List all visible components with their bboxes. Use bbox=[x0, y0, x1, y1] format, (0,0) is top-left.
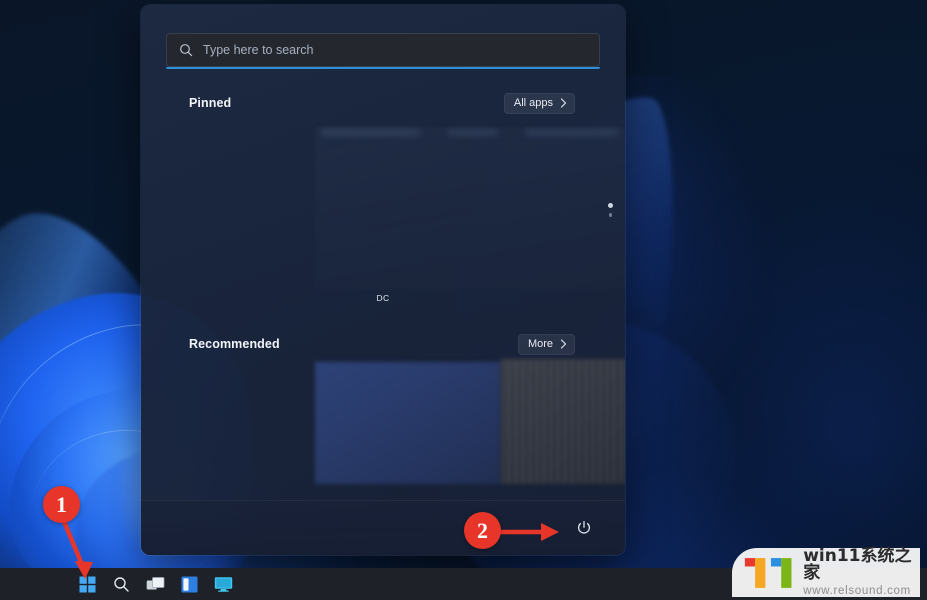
taskbar-widgets-button[interactable] bbox=[172, 568, 206, 600]
recommended-title: Recommended bbox=[189, 337, 280, 351]
taskbar-this-pc-button[interactable] bbox=[206, 568, 240, 600]
start-search-container[interactable] bbox=[166, 33, 600, 69]
watermark-title: win11系统之家 bbox=[803, 545, 912, 583]
power-button[interactable] bbox=[570, 514, 598, 542]
search-icon bbox=[113, 576, 129, 592]
page-dot-active[interactable] bbox=[608, 203, 613, 208]
start-menu-panel: Pinned All apps DC Recommended bbox=[141, 5, 625, 555]
start-menu-body: Pinned All apps DC Recommended bbox=[141, 5, 625, 500]
search-input[interactable] bbox=[203, 43, 599, 57]
annotation-badge-2: 2 bbox=[464, 512, 501, 549]
start-search-box[interactable] bbox=[166, 33, 600, 67]
watermark-url: www.relsound.com bbox=[803, 584, 911, 597]
taskbar-task-view-button[interactable] bbox=[138, 568, 172, 600]
pinned-page-indicator[interactable] bbox=[608, 203, 613, 217]
all-apps-button[interactable]: All apps bbox=[503, 92, 575, 114]
more-label: More bbox=[527, 337, 553, 350]
pinned-apps-blurred-labels bbox=[321, 128, 625, 137]
pinned-app-label-dc: DC bbox=[376, 293, 390, 303]
pinned-title: Pinned bbox=[189, 96, 232, 110]
start-menu-footer bbox=[141, 500, 625, 555]
more-button[interactable]: More bbox=[517, 333, 575, 355]
windows-logo-icon bbox=[79, 576, 95, 592]
all-apps-label: All apps bbox=[513, 96, 553, 109]
pinned-apps-grid[interactable] bbox=[315, 127, 625, 290]
chevron-right-icon bbox=[560, 98, 567, 108]
watermark: win11系统之家 www.relsound.com bbox=[732, 545, 920, 598]
power-icon bbox=[578, 520, 590, 534]
taskbar-start-button[interactable] bbox=[70, 568, 104, 600]
recommended-item-left[interactable] bbox=[315, 362, 501, 484]
win11-logo-icon bbox=[744, 557, 792, 588]
page-dot-inactive[interactable] bbox=[608, 213, 613, 217]
taskbar-search-button[interactable] bbox=[104, 568, 138, 600]
chevron-right-icon bbox=[560, 339, 567, 349]
search-icon bbox=[180, 44, 193, 57]
pinned-section-header: Pinned All apps bbox=[189, 91, 575, 115]
watermark-text: win11系统之家 www.relsound.com bbox=[803, 545, 920, 598]
task-view-icon bbox=[146, 577, 164, 590]
monitor-icon bbox=[214, 576, 232, 592]
annotation-badge-1: 1 bbox=[43, 486, 80, 523]
screen: Pinned All apps DC Recommended bbox=[0, 0, 927, 600]
recommended-section-header: Recommended More bbox=[189, 332, 575, 356]
search-accent-underline bbox=[166, 67, 600, 69]
widgets-icon bbox=[181, 576, 197, 592]
recommended-blur-overlay bbox=[501, 359, 625, 484]
